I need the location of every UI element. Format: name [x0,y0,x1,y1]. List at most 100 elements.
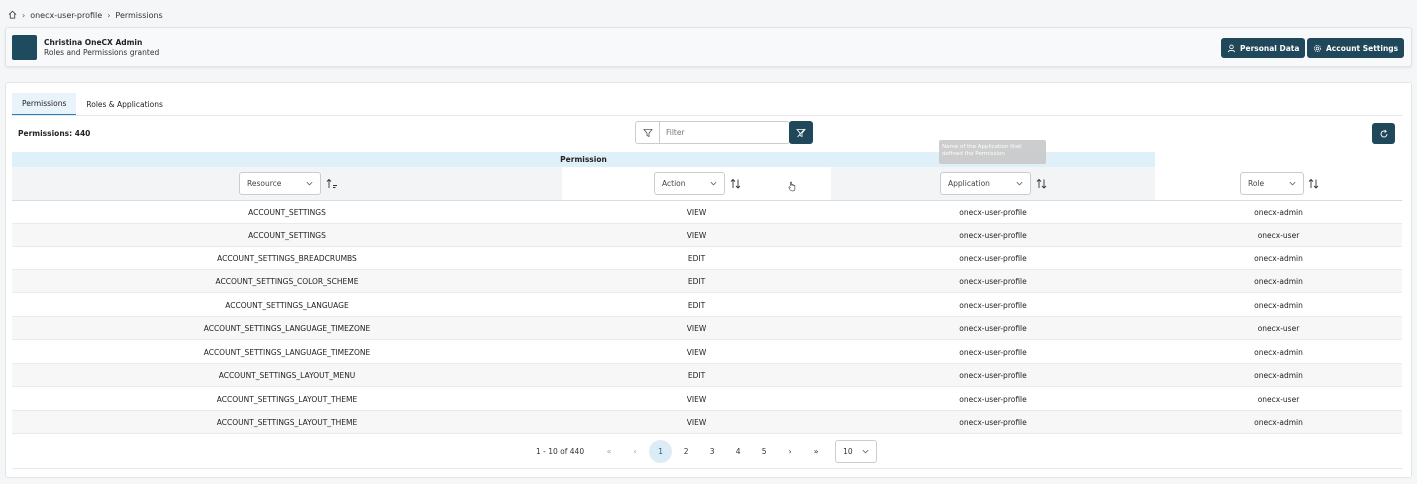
application-cell: onecx-user-profile [959,207,1027,217]
action-cell: EDIT [687,253,706,263]
clear-filter-button[interactable] [789,121,813,144]
application-cell: onecx-user-profile [959,394,1027,404]
rows-per-page-select[interactable]: 10 [835,439,878,463]
filter-slash-icon [796,128,806,137]
role-cell: onecx-user [1257,230,1300,240]
role-cell: onecx-user [1257,394,1300,404]
table-row: ACCOUNT_SETTINGS_LANGUAGE_TIMEZONE VIEW … [12,317,1402,340]
role-cell: onecx-admin [1254,253,1303,263]
paginator-divider [12,468,1402,469]
table-row: ACCOUNT_SETTINGS_LAYOUT_THEME VIEW onecx… [12,411,1402,434]
next-page-button[interactable]: › [777,447,803,456]
action-cell: VIEW [686,394,707,404]
application-column-filter[interactable]: Application [940,172,1031,195]
action-cell: EDIT [687,276,706,286]
application-cell: onecx-user-profile [959,347,1027,357]
personal-data-button[interactable]: Personal Data [1221,38,1306,58]
role-cell: onecx-admin [1254,417,1303,427]
action-column-label: Action [662,179,686,188]
tab-bar: Permissions Roles & Applications [12,93,173,116]
action-cell: EDIT [687,370,706,380]
chevron-down-icon [1289,181,1296,186]
resource-cell: ACCOUNT_SETTINGS_LAYOUT_THEME [216,394,358,404]
resource-cell: ACCOUNT_SETTINGS_LANGUAGE [225,300,349,310]
application-cell: onecx-user-profile [959,300,1027,310]
resource-column-filter[interactable]: Resource [239,172,321,195]
resource-cell: ACCOUNT_SETTINGS_LANGUAGE_TIMEZONE [203,347,371,357]
application-cell: onecx-user-profile [959,323,1027,333]
first-page-button[interactable]: « [596,447,622,456]
refresh-button[interactable] [1372,123,1395,144]
action-cell: VIEW [686,230,707,240]
avatar [12,35,37,60]
table-row: ACCOUNT_SETTINGS_BREADCRUMBS EDIT onecx-… [12,247,1402,270]
page-button-2[interactable]: 2 [673,440,699,463]
table-row: ACCOUNT_SETTINGS_COLOR_SCHEME EDIT onecx… [12,270,1402,293]
tab-label: Roles & Applications [86,100,163,109]
paginator: 1 - 10 of 440 « ‹ 1 2 3 4 5 › » 10 [536,439,878,463]
breadcrumb-item: Permissions [115,10,163,20]
role-column-label: Role [1248,179,1265,188]
action-cell: VIEW [686,207,707,217]
home-icon[interactable] [8,10,17,21]
permissions-card: Permissions Roles & Applications Permiss… [5,82,1412,478]
action-cell: EDIT [687,300,706,310]
action-cell: VIEW [686,323,707,333]
role-cell: onecx-admin [1254,347,1303,357]
group-header-label: Permission [560,155,607,164]
sort-icon[interactable] [1036,178,1048,189]
tab-label: Permissions [22,99,67,108]
page-info: 1 - 10 of 440 [536,446,585,456]
application-tooltip: Name of the Application that defined the… [939,140,1046,164]
resource-column-label: Resource [247,179,282,188]
application-cell: onecx-user-profile [959,253,1027,263]
action-column-filter[interactable]: Action [654,172,725,195]
resource-cell: ACCOUNT_SETTINGS_LAYOUT_MENU [218,370,356,380]
breadcrumb-item[interactable]: onecx-user-profile [30,11,102,20]
sort-asc-icon[interactable] [326,178,338,189]
table-row: ACCOUNT_SETTINGS_LAYOUT_THEME VIEW onecx… [12,388,1402,411]
application-cell: onecx-user-profile [959,230,1027,240]
last-page-button[interactable]: » [803,447,829,456]
chevron-down-icon [1016,181,1023,186]
page-button-3[interactable]: 3 [699,440,725,463]
hand-cursor-icon [788,181,796,192]
page-title: Christina OneCX Admin [44,38,143,47]
role-cell: onecx-user [1257,323,1300,333]
gear-icon [1313,44,1322,52]
refresh-icon [1380,129,1387,137]
table-row: ACCOUNT_SETTINGS VIEW onecx-user-profile… [12,201,1402,224]
role-cell: onecx-admin [1254,370,1303,380]
tabs-divider [12,115,1402,116]
prev-page-button[interactable]: ‹ [622,447,648,456]
personal-data-label: Personal Data [1240,43,1300,53]
role-column-filter[interactable]: Role [1240,172,1304,195]
permissions-count: Permissions: 440 [18,129,91,138]
application-cell: onecx-user-profile [959,370,1027,380]
page-button-4[interactable]: 4 [725,440,751,463]
resource-cell: ACCOUNT_SETTINGS [248,230,326,240]
tab-permissions[interactable]: Permissions [12,93,77,116]
tab-roles-applications[interactable]: Roles & Applications [76,93,173,116]
resource-cell: ACCOUNT_SETTINGS [248,207,326,217]
application-cell: onecx-user-profile [959,417,1027,427]
page-button-1[interactable]: 1 [649,439,673,463]
table-row: ACCOUNT_SETTINGS_LANGUAGE_TIMEZONE VIEW … [12,341,1402,364]
table-header-row: Resource Action Application Role [12,167,1402,201]
account-settings-button[interactable]: Account Settings [1307,38,1405,58]
page-button-5[interactable]: 5 [751,440,777,463]
chevron-right-icon: › [107,10,111,20]
chevron-down-icon [862,449,869,453]
sort-icon[interactable] [730,178,742,189]
application-column-label: Application [948,179,990,188]
filter-input[interactable] [660,128,780,137]
role-cell: onecx-admin [1254,300,1303,310]
table-row: ACCOUNT_SETTINGS_LAYOUT_MENU EDIT onecx-… [12,364,1402,387]
filter-icon [636,122,660,143]
role-cell: onecx-admin [1254,207,1303,217]
sort-icon[interactable] [1308,178,1320,189]
page-subtitle: Roles and Permissions granted [44,48,160,57]
action-cell: VIEW [686,347,707,357]
action-cell: VIEW [686,417,707,427]
resource-cell: ACCOUNT_SETTINGS_LAYOUT_THEME [216,417,358,427]
